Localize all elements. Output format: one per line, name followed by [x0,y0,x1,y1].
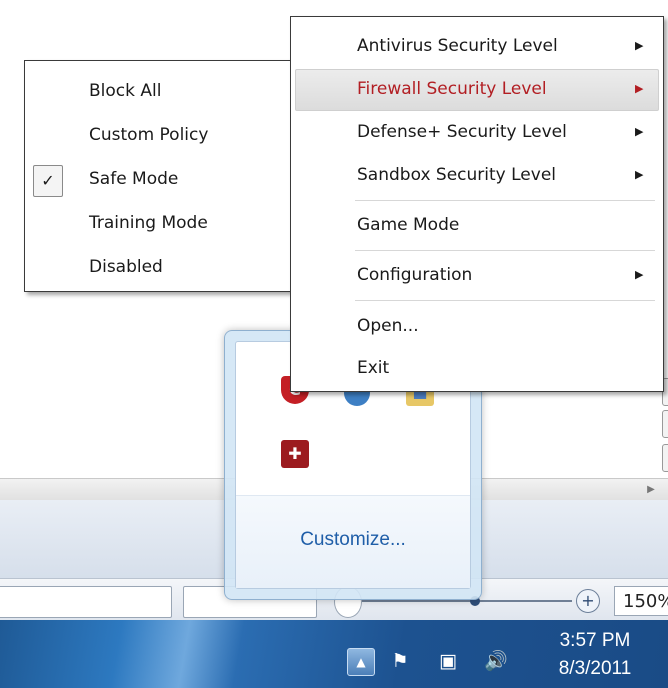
side-button[interactable] [662,410,668,438]
volume-icon[interactable]: 🔊 [482,648,510,674]
menu-item-label: Open... [357,316,419,336]
menu-item-sandbox-security-level[interactable]: Sandbox Security Level ▶ [291,154,663,196]
menu-separator [355,300,655,301]
zoom-level: 150% [614,586,668,616]
menu-item-label: Exit [357,358,390,378]
menu-item-antivirus-security-level[interactable]: Antivirus Security Level ▶ [291,25,663,67]
menu-item-firewall-security-level[interactable]: Firewall Security Level ▶ [291,68,663,110]
submenu-arrow-icon: ▶ [635,125,644,138]
menu-item-label: Defense+ Security Level [357,122,567,142]
clock-time: 3:57 PM [559,630,631,651]
menu-item-safe-mode[interactable]: Safe Mode [25,158,309,200]
clock-date: 8/3/2011 [558,658,632,679]
action-center-flag-icon[interactable]: ⚑ [386,648,414,674]
menu-item-open[interactable]: Open... [291,305,663,347]
menu-item-label: Configuration [357,265,473,285]
submenu-arrow-icon: ▶ [635,168,644,181]
menu-item-configuration[interactable]: Configuration ▶ [291,254,663,296]
menu-item-label: Block All [89,81,162,101]
menu-item-label: Disabled [89,257,163,277]
menu-item-disabled[interactable]: Disabled [25,246,309,288]
status-field [0,586,172,618]
menu-item-game-mode[interactable]: Game Mode [291,204,663,246]
puzzle-icon[interactable]: ✚ [281,440,309,468]
zoom-slider-track[interactable] [362,600,572,602]
menu-item-label: Firewall Security Level [357,79,547,99]
menu-item-label: Training Mode [89,213,208,233]
menu-item-label: Antivirus Security Level [357,36,558,56]
menu-separator [355,250,655,251]
network-icon[interactable]: ▣ [434,648,462,674]
menu-item-defense-security-level[interactable]: Defense+ Security Level ▶ [291,111,663,153]
clock[interactable]: 3:57 PM 8/3/2011 [540,627,650,683]
menu-separator [355,200,655,201]
menu-item-custom-policy[interactable]: Custom Policy [25,114,309,156]
submenu-arrow-icon: ▶ [635,268,644,281]
side-button[interactable] [662,444,668,472]
menu-item-label: Sandbox Security Level [357,165,556,185]
scroll-right-arrow-icon[interactable]: ▶ [640,479,662,501]
menu-item-label: Custom Policy [89,125,209,145]
menu-item-block-all[interactable]: Block All [25,70,309,112]
menu-item-exit[interactable]: Exit [291,347,663,389]
firewall-level-submenu: ✓ Block All Custom Policy Safe Mode Trai… [24,60,310,292]
submenu-arrow-icon: ▶ [635,39,644,52]
menu-item-label: Safe Mode [89,169,179,189]
show-hidden-icons-button[interactable]: ▲ [347,648,375,676]
submenu-arrow-icon: ▶ [635,82,644,95]
tray-popup-footer: Customize... [236,495,470,588]
customize-link[interactable]: Customize... [236,529,470,551]
menu-item-training-mode[interactable]: Training Mode [25,202,309,244]
tray-context-menu: Antivirus Security Level ▶ Firewall Secu… [290,16,664,392]
zoom-in-button[interactable]: + [576,589,600,613]
menu-item-label: Game Mode [357,215,460,235]
